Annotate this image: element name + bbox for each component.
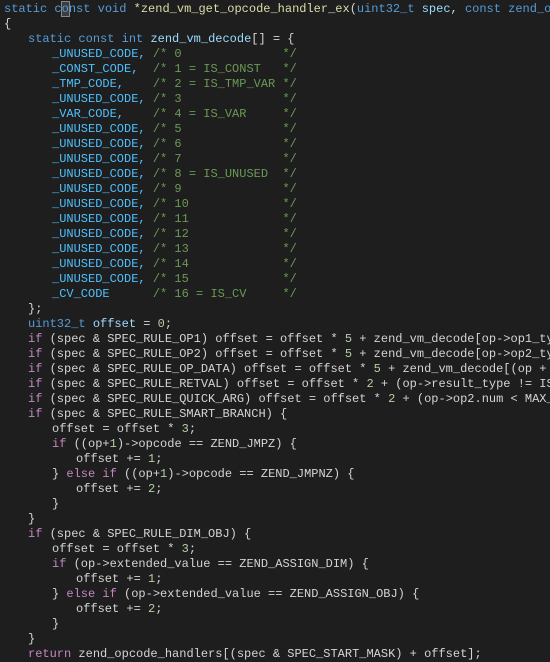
code-line: if (spec & SPEC_RULE_RETVAL) offset = of… [0, 377, 550, 392]
code-line: if (spec & SPEC_RULE_OP2) offset = offse… [0, 347, 550, 362]
code-line: { [0, 17, 550, 32]
code-line: uint32_t offset = 0; [0, 317, 550, 332]
code-line: if (spec & SPEC_RULE_OP_DATA) offset = o… [0, 362, 550, 377]
code-line: } else if (op->extended_value == ZEND_AS… [0, 587, 550, 602]
code-editor[interactable]: static const void *zend_vm_get_opcode_ha… [0, 2, 550, 662]
code-line: _UNUSED_CODE, /* 11 */ [0, 212, 550, 227]
code-line: _UNUSED_CODE, /* 10 */ [0, 197, 550, 212]
code-line: _CONST_CODE, /* 1 = IS_CONST */ [0, 62, 550, 77]
code-line: } [0, 617, 550, 632]
code-line: offset = offset * 3; [0, 542, 550, 557]
code-line: _UNUSED_CODE, /* 13 */ [0, 242, 550, 257]
code-line: } [0, 497, 550, 512]
code-line: if (spec & SPEC_RULE_OP1) offset = offse… [0, 332, 550, 347]
code-line: _UNUSED_CODE, /* 5 */ [0, 122, 550, 137]
code-line: if (spec & SPEC_RULE_SMART_BRANCH) { [0, 407, 550, 422]
code-line: static const int zend_vm_decode[] = { [0, 32, 550, 47]
code-line: offset += 1; [0, 572, 550, 587]
code-line: _UNUSED_CODE, /* 3 */ [0, 92, 550, 107]
code-line: _UNUSED_CODE, /* 12 */ [0, 227, 550, 242]
code-line: } else if ((op+1)->opcode == ZEND_JMPNZ)… [0, 467, 550, 482]
code-line: _UNUSED_CODE, /* 8 = IS_UNUSED */ [0, 167, 550, 182]
code-line: if (spec & SPEC_RULE_QUICK_ARG) offset =… [0, 392, 550, 407]
code-line: _VAR_CODE, /* 4 = IS_VAR */ [0, 107, 550, 122]
code-line: _UNUSED_CODE, /* 6 */ [0, 137, 550, 152]
code-line: return zend_opcode_handlers[(spec & SPEC… [0, 647, 550, 662]
code-line: } [0, 512, 550, 527]
code-line: offset += 2; [0, 602, 550, 617]
code-line: if (op->extended_value == ZEND_ASSIGN_DI… [0, 557, 550, 572]
code-line: static const void *zend_vm_get_opcode_ha… [0, 2, 550, 17]
code-line: }; [0, 302, 550, 317]
code-line: _UNUSED_CODE, /* 0 */ [0, 47, 550, 62]
code-line: _UNUSED_CODE, /* 15 */ [0, 272, 550, 287]
code-line: } [0, 632, 550, 647]
code-line: if ((op+1)->opcode == ZEND_JMPZ) { [0, 437, 550, 452]
code-line: offset += 1; [0, 452, 550, 467]
code-line: _TMP_CODE, /* 2 = IS_TMP_VAR */ [0, 77, 550, 92]
code-line: _UNUSED_CODE, /* 9 */ [0, 182, 550, 197]
code-line: _UNUSED_CODE, /* 14 */ [0, 257, 550, 272]
code-line: offset += 2; [0, 482, 550, 497]
code-line: _UNUSED_CODE, /* 7 */ [0, 152, 550, 167]
code-line: if (spec & SPEC_RULE_DIM_OBJ) { [0, 527, 550, 542]
code-line: offset = offset * 3; [0, 422, 550, 437]
code-line: _CV_CODE /* 16 = IS_CV */ [0, 287, 550, 302]
